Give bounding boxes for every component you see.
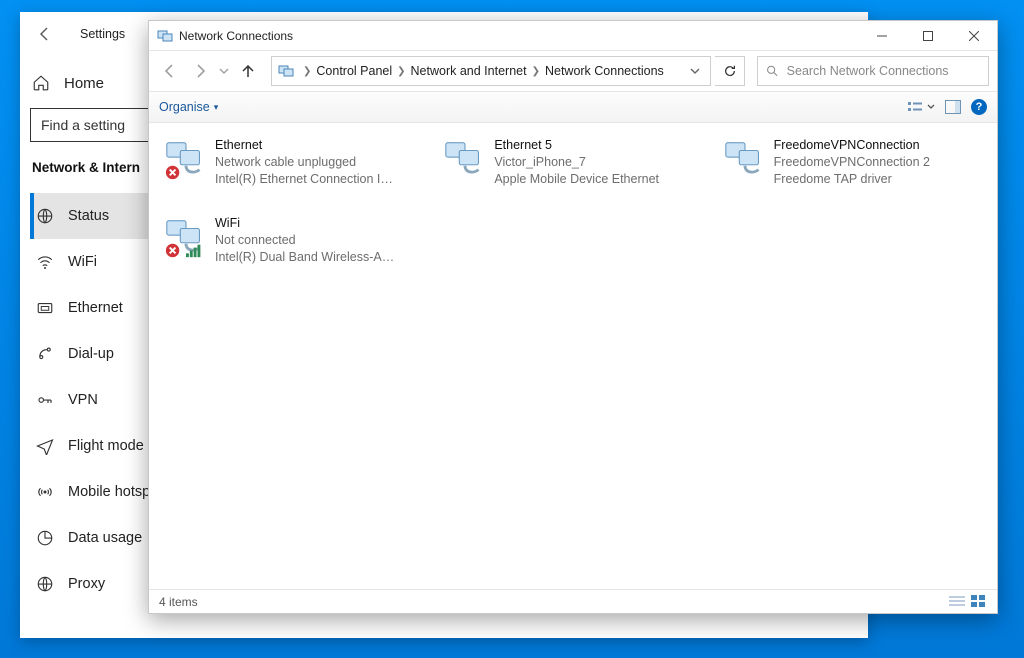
organise-label: Organise <box>159 100 210 114</box>
network-adapter-icon <box>163 137 209 183</box>
nav-icon <box>36 345 54 363</box>
chevron-down-icon <box>927 103 935 111</box>
nav-back-button[interactable] <box>157 58 183 84</box>
refresh-icon <box>723 64 737 78</box>
maximize-button[interactable] <box>905 21 951 51</box>
network-adapter-icon <box>163 215 209 261</box>
connection-name: FreedomeVPNConnection <box>774 137 930 154</box>
connection-status: Network cable unplugged <box>215 154 397 171</box>
nav-recent-button[interactable] <box>217 58 231 84</box>
connection-item[interactable]: WiFi Not connected Intel(R) Dual Band Wi… <box>157 211 430 289</box>
window-title: Network Connections <box>179 29 859 43</box>
breadcrumb-2[interactable]: Network Connections <box>545 64 664 78</box>
nav-label: Data usage <box>68 530 142 546</box>
connection-item[interactable]: Ethernet 5 Victor_iPhone_7 Apple Mobile … <box>436 133 709 211</box>
details-view-button[interactable] <box>949 595 965 609</box>
maximize-icon <box>923 31 933 41</box>
chevron-down-icon <box>219 66 229 76</box>
nav-label: VPN <box>68 392 98 408</box>
connection-device: Intel(R) Ethernet Connection I219-... <box>215 171 397 188</box>
refresh-button[interactable] <box>715 56 745 86</box>
search-input[interactable] <box>787 64 980 78</box>
preview-pane-button[interactable] <box>945 100 961 114</box>
network-adapter-icon <box>722 137 768 183</box>
statusbar-text: 4 items <box>159 595 198 609</box>
connections-grid: Ethernet Network cable unplugged Intel(R… <box>149 123 997 589</box>
nav-label: Proxy <box>68 576 105 592</box>
nav-icon <box>36 575 54 593</box>
nav-label: Dial-up <box>68 346 114 362</box>
nav-icon <box>36 207 54 225</box>
control-panel-icon <box>278 63 294 79</box>
chevron-down-icon <box>690 66 700 76</box>
search-box[interactable] <box>757 56 989 86</box>
home-label: Home <box>64 75 104 92</box>
nav-label: Mobile hotsp <box>68 484 150 500</box>
connection-name: Ethernet <box>215 137 397 154</box>
back-button[interactable] <box>30 19 60 49</box>
details-view-icon <box>949 595 965 609</box>
network-adapter-icon <box>442 137 488 183</box>
chevron-right-icon: ❯ <box>527 66 545 77</box>
nav-up-button[interactable] <box>235 58 261 84</box>
connection-device: Intel(R) Dual Band Wireless-AC 82... <box>215 249 397 266</box>
nav-icon <box>36 437 54 455</box>
chevron-down-icon: ▾ <box>214 102 219 113</box>
connection-device: Apple Mobile Device Ethernet <box>494 171 659 188</box>
connection-status: Not connected <box>215 232 397 249</box>
network-connections-window: Network Connections ❯ <box>148 20 998 614</box>
nav-icon <box>36 483 54 501</box>
connection-item[interactable]: Ethernet Network cable unplugged Intel(R… <box>157 133 430 211</box>
connection-name: WiFi <box>215 215 397 232</box>
connection-name: Ethernet 5 <box>494 137 659 154</box>
nav-icon <box>36 299 54 317</box>
find-setting-placeholder: Find a setting <box>41 117 125 133</box>
preview-pane-icon <box>945 100 961 114</box>
nav-forward-button[interactable] <box>187 58 213 84</box>
minimize-icon <box>877 31 887 41</box>
home-icon <box>32 74 50 92</box>
address-bar[interactable]: ❯ Control Panel ❯ Network and Internet ❯… <box>271 56 711 86</box>
view-options-button[interactable] <box>908 100 935 114</box>
chevron-right-icon: ❯ <box>298 66 316 77</box>
help-button[interactable]: ? <box>971 99 987 115</box>
settings-title: Settings <box>80 27 125 41</box>
nav-icon <box>36 253 54 271</box>
breadcrumb-1[interactable]: Network and Internet <box>411 64 527 78</box>
breadcrumb-0[interactable]: Control Panel <box>316 64 392 78</box>
address-dropdown[interactable] <box>686 66 704 76</box>
tiles-view-icon <box>971 595 987 609</box>
nav-label: Status <box>68 208 109 224</box>
nav-icon <box>36 529 54 547</box>
minimize-button[interactable] <box>859 21 905 51</box>
connection-status: FreedomeVPNConnection 2 <box>774 154 930 171</box>
connection-device: Freedome TAP driver <box>774 171 930 188</box>
close-icon <box>969 31 979 41</box>
nav-label: WiFi <box>68 254 97 270</box>
close-button[interactable] <box>951 21 997 51</box>
nav-icon <box>36 391 54 409</box>
connection-status: Victor_iPhone_7 <box>494 154 659 171</box>
view-options-icon <box>908 100 924 114</box>
chevron-right-icon: ❯ <box>392 66 410 77</box>
organise-menu[interactable]: Organise ▾ <box>159 100 218 114</box>
tiles-view-button[interactable] <box>971 595 987 609</box>
connection-item[interactable]: FreedomeVPNConnection FreedomeVPNConnect… <box>716 133 989 211</box>
search-icon <box>766 64 779 78</box>
nav-label: Flight mode <box>68 438 144 454</box>
nav-label: Ethernet <box>68 300 123 316</box>
window-icon <box>157 28 173 44</box>
